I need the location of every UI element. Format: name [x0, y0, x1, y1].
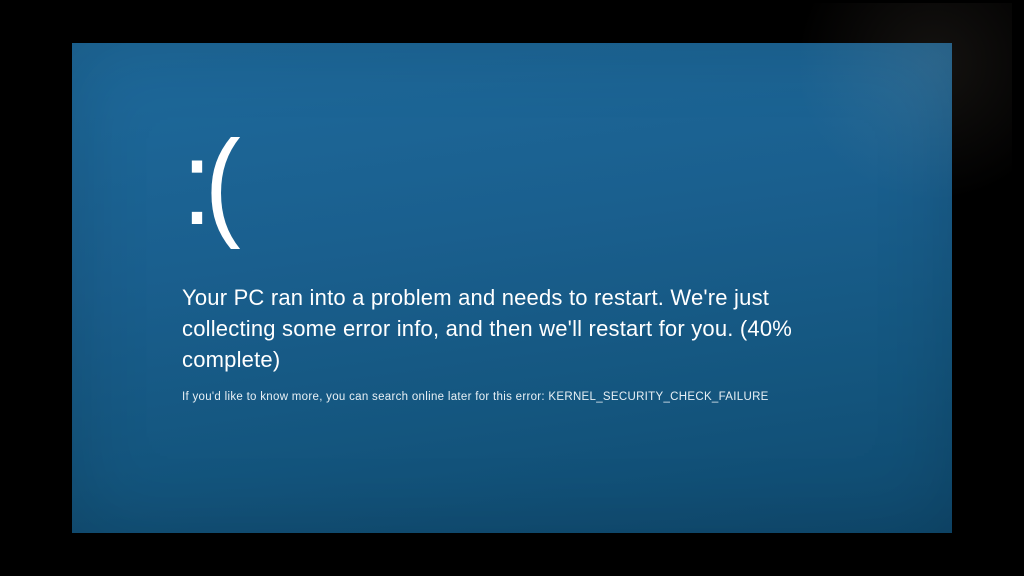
- bsod-screen: :( Your PC ran into a problem and needs …: [72, 43, 952, 533]
- sad-face-icon: :(: [182, 123, 821, 243]
- bsod-error-code: KERNEL_SECURITY_CHECK_FAILURE: [548, 391, 768, 403]
- bsod-sub-message-prefix: If you'd like to know more, you can sear…: [182, 391, 548, 403]
- bsod-content: :( Your PC ran into a problem and needs …: [182, 123, 892, 403]
- bsod-sub-message: If you'd like to know more, you can sear…: [182, 391, 892, 403]
- bsod-main-message: Your PC ran into a problem and needs to …: [182, 283, 822, 375]
